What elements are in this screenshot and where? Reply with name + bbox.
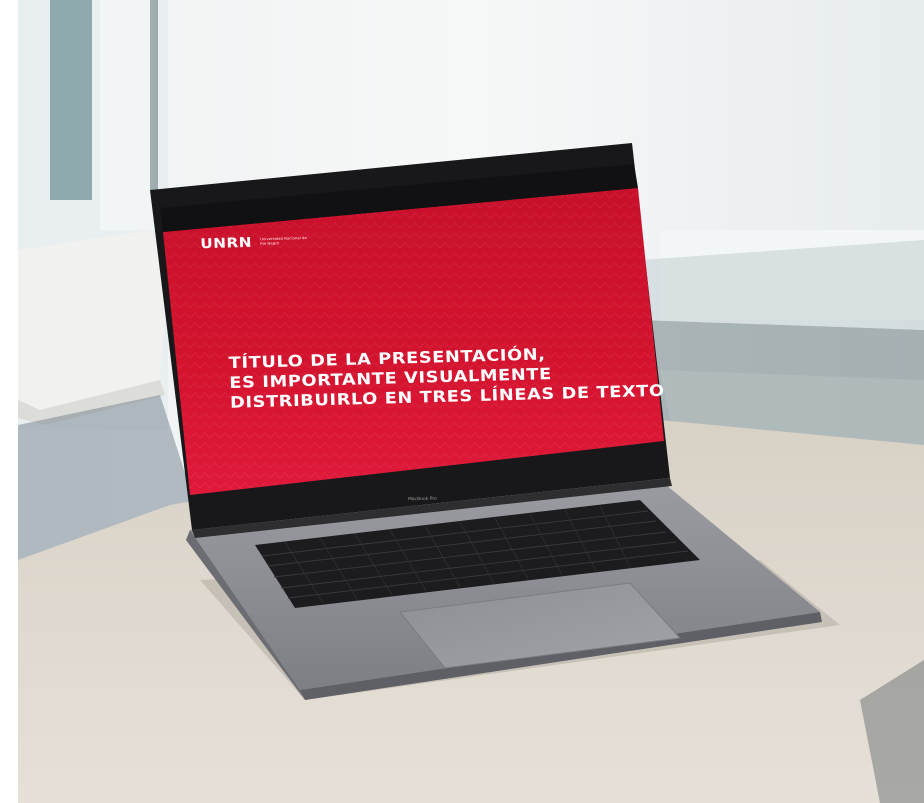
window-column xyxy=(100,0,155,230)
window-mullion-teal xyxy=(50,0,92,200)
scene-illustration xyxy=(18,0,924,803)
white-chair xyxy=(18,230,170,410)
slide-zigzag-pattern xyxy=(163,188,664,495)
window-divider xyxy=(150,0,158,190)
laptop-photo: UNRN Universidad Nacional de Río Negro T… xyxy=(0,0,924,803)
